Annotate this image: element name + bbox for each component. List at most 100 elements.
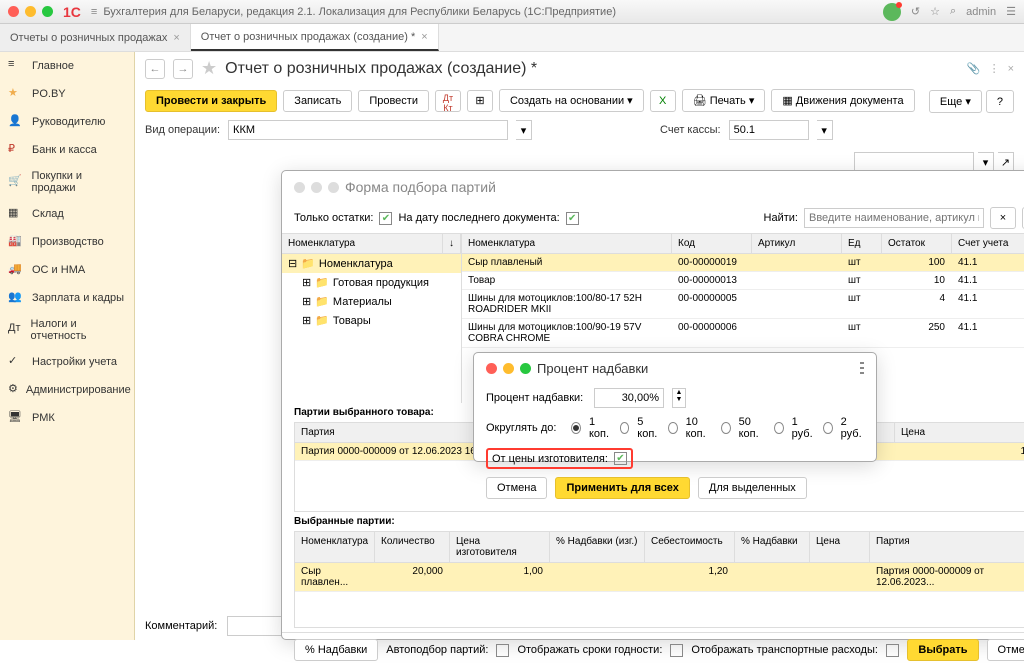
favorite-icon[interactable]: ☆ xyxy=(930,5,940,18)
tab-report-create[interactable]: Отчет о розничных продажах (создание) * … xyxy=(191,24,439,51)
notifications-icon[interactable] xyxy=(883,3,901,21)
round-10kop[interactable] xyxy=(668,422,678,434)
modal-max[interactable] xyxy=(328,182,339,193)
nav-forward[interactable]: → xyxy=(173,59,193,79)
sort-icon[interactable]: ↓ xyxy=(443,234,461,253)
post-button[interactable]: Провести xyxy=(358,90,429,112)
select-button[interactable]: Выбрать xyxy=(907,639,978,661)
extra-open-1[interactable]: ↗ xyxy=(998,152,1014,172)
round-1kop[interactable] xyxy=(571,422,581,434)
history-icon[interactable]: ↺ xyxy=(911,5,920,18)
post-close-button[interactable]: Провести и закрыть xyxy=(145,90,277,112)
round-50kop[interactable] xyxy=(721,422,731,434)
nomen-row[interactable]: Шины для мотоциклов:100/90-19 57V COBRA … xyxy=(462,319,1024,348)
window-minimize[interactable] xyxy=(25,6,36,17)
h[interactable]: Себестоимость xyxy=(645,532,735,562)
modal-min[interactable] xyxy=(311,182,322,193)
op-type-input[interactable] xyxy=(228,120,508,140)
sidebar-item-manager[interactable]: 👤Руководителю xyxy=(0,108,134,136)
tree-item[interactable]: ⊞📁Материалы xyxy=(282,292,461,311)
dtkt-icon[interactable]: ДтКт xyxy=(435,90,461,112)
mfr-checkbox[interactable]: ✔ xyxy=(614,452,627,465)
favorite-star-icon[interactable]: ★ xyxy=(201,58,217,79)
tab-reports-list[interactable]: Отчеты о розничных продажах × xyxy=(0,24,191,51)
sidebar-item-admin[interactable]: ⚙Администрирование xyxy=(0,376,134,404)
col-code[interactable]: Код xyxy=(672,234,752,253)
nav-back[interactable]: ← xyxy=(145,59,165,79)
col-unit[interactable]: Ед xyxy=(842,234,882,253)
sidebar-item-main[interactable]: ≡Главное xyxy=(0,52,134,80)
tree-root[interactable]: ⊟📁Номенклатура xyxy=(282,254,461,273)
h[interactable]: % Надбавки xyxy=(735,532,810,562)
print-button[interactable]: 🖨 Печать ▾ xyxy=(682,89,766,112)
col-art[interactable]: Артикул xyxy=(752,234,842,253)
transport-checkbox[interactable]: ✔ xyxy=(886,644,899,657)
round-5kop[interactable] xyxy=(620,422,630,434)
sidebar-item-poby[interactable]: ★PO.BY xyxy=(0,80,134,108)
cash-account-dropdown[interactable]: ▾ xyxy=(817,120,833,140)
only-balance-checkbox[interactable]: ✔ xyxy=(379,212,392,225)
modal-close[interactable] xyxy=(294,182,305,193)
sidebar-item-sales[interactable]: 🛒Покупки и продажи xyxy=(0,164,134,200)
sidebar-item-taxes[interactable]: ДтНалоги и отчетность xyxy=(0,312,134,348)
h[interactable]: Цена xyxy=(810,532,870,562)
close-icon[interactable]: × xyxy=(421,31,427,43)
pct-min[interactable] xyxy=(503,363,514,374)
tree-item[interactable]: ⊞📁Готовая продукция xyxy=(282,273,461,292)
cancel-button[interactable]: Отмена xyxy=(987,639,1024,661)
on-date-checkbox[interactable]: ✔ xyxy=(566,212,579,225)
chosen-row[interactable]: Сыр плавлен... 20,000 1,00 1,20 Партия 0… xyxy=(295,563,1024,592)
pct-input[interactable] xyxy=(594,388,664,408)
tree-item[interactable]: ⊞📁Товары xyxy=(282,311,461,330)
sidebar-item-settings[interactable]: ✓Настройки учета xyxy=(0,348,134,376)
sidebar-item-assets[interactable]: 🚚ОС и НМА xyxy=(0,256,134,284)
attach-icon[interactable]: 📎 xyxy=(967,62,981,75)
sidebar-item-production[interactable]: 🏭Производство xyxy=(0,228,134,256)
op-type-dropdown[interactable]: ▾ xyxy=(516,120,532,140)
pct-button[interactable]: % Надбавки xyxy=(294,639,378,661)
col-bal[interactable]: Остаток xyxy=(882,234,952,253)
round-1rub[interactable] xyxy=(774,422,784,434)
excel-icon[interactable]: X xyxy=(650,90,676,112)
col-price[interactable]: Цена xyxy=(895,423,1024,442)
help-button[interactable]: ? xyxy=(986,90,1014,113)
close-doc-icon[interactable]: × xyxy=(1008,63,1014,75)
pct-cancel-button[interactable]: Отмена xyxy=(486,477,547,499)
structure-icon[interactable]: ⊞ xyxy=(467,90,493,112)
pct-close[interactable] xyxy=(486,363,497,374)
movements-button[interactable]: ▦ Движения документа xyxy=(771,89,914,112)
nomen-row[interactable]: Шины для мотоциклов:100/80-17 52H ROADRI… xyxy=(462,290,1024,319)
apply-all-button[interactable]: Применить для всех xyxy=(555,477,689,499)
h[interactable]: Количество xyxy=(375,532,450,562)
h[interactable]: Партия xyxy=(870,532,1024,562)
pct-max[interactable] xyxy=(520,363,531,374)
more-button[interactable]: Еще ▾ xyxy=(929,90,982,113)
extra-field-1[interactable] xyxy=(854,152,974,172)
h[interactable]: Номенклатура xyxy=(295,532,375,562)
menu-icon[interactable]: ☰ xyxy=(1006,5,1016,18)
round-2rub[interactable] xyxy=(823,422,833,434)
col-acc[interactable]: Счет учета xyxy=(952,234,1024,253)
pct-down[interactable]: ▼ xyxy=(673,396,685,403)
h[interactable]: Цена изготовителя xyxy=(450,532,550,562)
pct-menu-icon[interactable] xyxy=(860,362,864,376)
sidebar-item-hr[interactable]: 👥Зарплата и кадры xyxy=(0,284,134,312)
sidebar-item-rmk[interactable]: 🖥РМК xyxy=(0,404,134,432)
apply-selected-button[interactable]: Для выделенных xyxy=(698,477,807,499)
dots-icon[interactable]: ⋮ xyxy=(989,62,1000,75)
pct-up[interactable]: ▲ xyxy=(673,389,685,396)
save-button[interactable]: Записать xyxy=(283,90,352,112)
h[interactable]: % Надбавки (изг.) xyxy=(550,532,645,562)
search-clear[interactable]: × xyxy=(990,207,1016,229)
col-nomen[interactable]: Номенклатура xyxy=(462,234,672,253)
auto-checkbox[interactable]: ✔ xyxy=(496,644,509,657)
sidebar-item-warehouse[interactable]: ▦Склад xyxy=(0,200,134,228)
hamburger-icon[interactable]: ≡ xyxy=(91,6,97,18)
sidebar-item-bank[interactable]: ₽Банк и касса xyxy=(0,136,134,164)
nomen-row[interactable]: Товар00-00000013шт1041.1 xyxy=(462,272,1024,290)
cash-account-input[interactable] xyxy=(729,120,809,140)
search-input[interactable] xyxy=(804,208,984,228)
close-icon[interactable]: × xyxy=(173,32,179,44)
nomen-row[interactable]: Сыр плавленый00-00000019шт10041.1 xyxy=(462,254,1024,272)
create-based-button[interactable]: Создать на основании ▾ xyxy=(499,89,644,112)
